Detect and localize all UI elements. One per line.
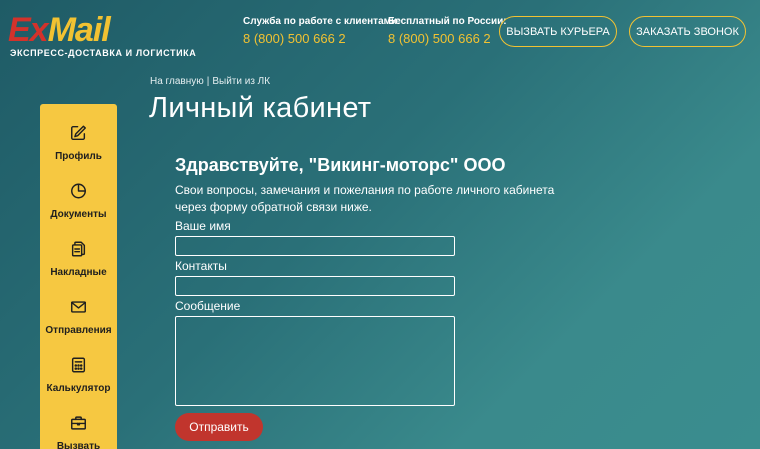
logo-mail: Mail bbox=[47, 11, 111, 49]
sidebar-item-label: Отправления bbox=[45, 325, 112, 336]
greeting-heading: Здравствуйте, "Викинг-моторс" ООО bbox=[175, 155, 506, 175]
breadcrumb-logout-link[interactable]: Выйти из ЛК bbox=[212, 76, 270, 87]
logo-tagline: ЭКСПРЕСС-ДОСТАВКА И ЛОГИСТИКА bbox=[10, 48, 197, 58]
breadcrumb-separator: | bbox=[206, 76, 210, 87]
order-callback-button[interactable]: ЗАКАЗАТЬ ЗВОНОК bbox=[629, 16, 746, 47]
sidebar-item-calculator[interactable]: Калькулятор bbox=[40, 336, 117, 394]
contact-free-phone[interactable]: 8 (800) 500 666 2 bbox=[388, 31, 507, 46]
call-courier-button[interactable]: ВЫЗВАТЬ КУРЬЕРА bbox=[499, 16, 617, 47]
sidebar-item-documents[interactable]: Документы bbox=[40, 162, 117, 220]
copy-icon bbox=[71, 241, 86, 257]
sidebar-item-call[interactable]: Вызвать bbox=[40, 394, 117, 449]
pie-chart-icon bbox=[71, 183, 86, 199]
contact-free: Бесплатный по России: 8 (800) 500 666 2 bbox=[388, 16, 507, 46]
contacts-label: Контакты bbox=[175, 259, 227, 273]
name-input[interactable] bbox=[175, 236, 455, 256]
name-label: Ваше имя bbox=[175, 219, 231, 233]
message-label: Сообщение bbox=[175, 299, 241, 313]
breadcrumb-home-link[interactable]: На главную bbox=[150, 76, 204, 87]
sidebar-item-label: Вызвать bbox=[56, 441, 101, 449]
envelope-icon bbox=[71, 301, 86, 313]
intro-text: Свои вопросы, замечания и пожелания по р… bbox=[175, 183, 555, 214]
logo-mark: ExMail bbox=[8, 11, 111, 49]
sidebar-item-label: Накладные bbox=[50, 267, 107, 278]
submit-button[interactable]: Отправить bbox=[175, 413, 263, 441]
contact-free-label: Бесплатный по России: bbox=[388, 16, 507, 27]
breadcrumb: На главную | Выйти из ЛК bbox=[150, 76, 270, 87]
sidebar-item-label: Калькулятор bbox=[46, 383, 111, 394]
sidebar-item-profile[interactable]: Профиль bbox=[40, 104, 117, 162]
contact-support: Служба по работе с клиентами: 8 (800) 50… bbox=[243, 16, 401, 46]
page-title: Личный кабинет bbox=[149, 92, 372, 124]
calculator-icon bbox=[71, 357, 86, 373]
edit-icon bbox=[71, 125, 86, 141]
briefcase-icon bbox=[71, 416, 86, 430]
contacts-input[interactable] bbox=[175, 276, 455, 296]
contact-support-label: Служба по работе с клиентами: bbox=[243, 16, 401, 27]
sidebar-item-label: Профиль bbox=[55, 151, 102, 162]
contact-support-phone[interactable]: 8 (800) 500 666 2 bbox=[243, 31, 401, 46]
logo-ex: Ex bbox=[8, 11, 49, 49]
message-textarea[interactable] bbox=[175, 316, 455, 406]
sidebar-item-label: Документы bbox=[50, 209, 107, 220]
sidebar: Профиль Документы Накладные Отправления bbox=[40, 104, 117, 449]
sidebar-item-shipments[interactable]: Отправления bbox=[40, 278, 117, 336]
logo[interactable]: ExMail ЭКСПРЕСС-ДОСТАВКА И ЛОГИСТИКА bbox=[8, 11, 196, 62]
sidebar-item-invoices[interactable]: Накладные bbox=[40, 220, 117, 278]
